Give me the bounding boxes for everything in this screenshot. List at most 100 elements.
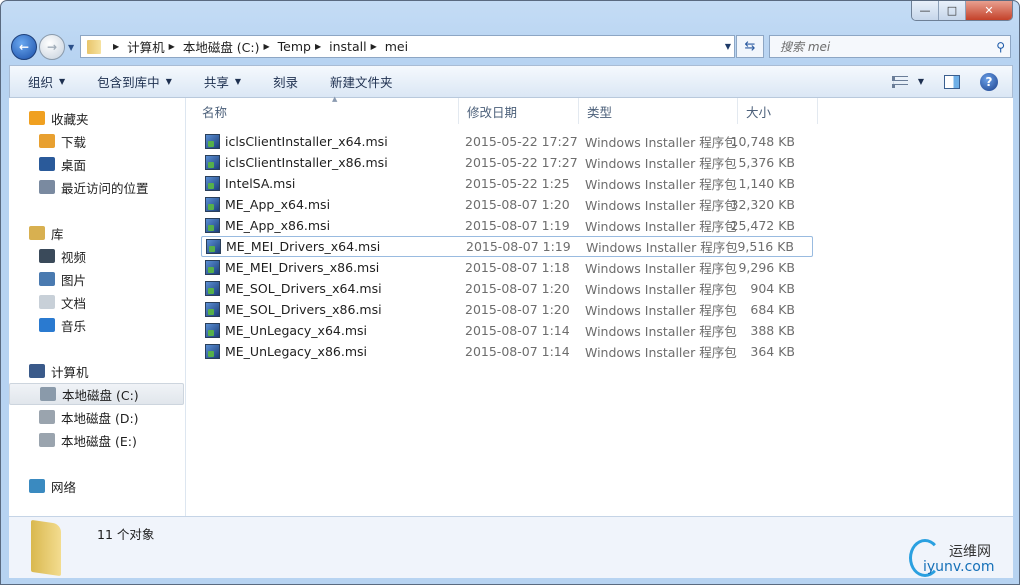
sidebar-item[interactable]: 文档: [9, 291, 184, 313]
msi-file-icon: [205, 323, 220, 338]
sidebar-item[interactable]: 收藏夹: [9, 107, 184, 129]
file-type: Windows Installer 程序包: [585, 135, 737, 150]
sidebar-item[interactable]: 视频: [9, 245, 184, 267]
sidebar-item[interactable]: 最近访问的位置: [9, 176, 184, 198]
breadcrumb-label: Temp: [277, 39, 311, 54]
msi-file-icon: [205, 344, 220, 359]
file-name: ME_App_x86.msi: [225, 218, 331, 233]
sidebar-item[interactable]: 计算机: [9, 360, 184, 382]
file-row[interactable]: ME_App_x86.msi 2015-08-07 1:19 Windows Ins…: [201, 215, 813, 236]
msi-file-icon: [205, 176, 220, 191]
organize-button[interactable]: 组织 ▼: [28, 72, 65, 91]
file-row[interactable]: ME_UnLegacy_x64.msi 2015-08-07 1:14 Window…: [201, 320, 813, 341]
share-button[interactable]: 共享 ▼: [204, 72, 241, 91]
column-header-type[interactable]: 类型: [579, 98, 738, 124]
breadcrumb-segment[interactable]: ▶ 本地磁盘 (C:): [165, 37, 260, 56]
drive-icon: [39, 433, 55, 447]
documents-icon: [39, 295, 55, 309]
preview-pane-button[interactable]: [944, 74, 960, 89]
sidebar-item[interactable]: 图片: [9, 268, 184, 290]
file-date: 2015-08-07 1:20: [465, 281, 570, 296]
column-header-size[interactable]: 大小: [738, 98, 818, 124]
file-row[interactable]: ME_MEI_Drivers_x86.msi 2015-08-07 1:18 Win…: [201, 257, 813, 278]
search-input[interactable]: 搜索 mei ⚲: [769, 35, 1011, 58]
help-button[interactable]: ?: [980, 72, 998, 91]
close-button[interactable]: ✕: [966, 1, 1012, 20]
sidebar-item[interactable]: 音乐: [9, 314, 184, 336]
address-history-dropdown[interactable]: ▼: [725, 42, 731, 51]
column-header-name[interactable]: 名称 ▲: [194, 95, 459, 124]
file-row[interactable]: ME_SOL_Drivers_x64.msi 2015-08-07 1:20 Win…: [201, 278, 813, 299]
library-icon: [29, 226, 45, 240]
file-size: 10,748 KB: [730, 134, 795, 149]
breadcrumb-segment[interactable]: ▶ 计算机: [109, 37, 165, 56]
breadcrumb-label: mei: [384, 39, 409, 54]
watermark-logo: 运维网 iyunv.com: [909, 539, 1005, 577]
arrow-right-icon: →: [46, 40, 58, 54]
file-row[interactable]: iclsClientInstaller_x64.msi 2015-05-22 17…: [201, 131, 813, 152]
file-size: 364 KB: [750, 344, 795, 359]
search-icon[interactable]: ⚲: [996, 40, 1005, 54]
video-icon: [39, 249, 55, 263]
sidebar-item[interactable]: 库: [9, 222, 184, 244]
sidebar-item[interactable]: 桌面: [9, 153, 184, 175]
file-row[interactable]: IntelSA.msi 2015-05-22 1:25 Windows Instal…: [201, 173, 813, 194]
include-in-library-button[interactable]: 包含到库中 ▼: [97, 72, 172, 91]
column-type-label: 类型: [587, 104, 613, 120]
file-name: ME_SOL_Drivers_x86.msi: [225, 302, 382, 317]
file-date: 2015-08-07 1:14: [465, 344, 570, 359]
file-name: ME_UnLegacy_x86.msi: [225, 344, 367, 359]
sidebar-item[interactable]: 本地磁盘 (C:): [9, 383, 184, 405]
breadcrumb-segment[interactable]: ▶ Temp: [260, 37, 311, 56]
file-type: Windows Installer 程序包: [585, 198, 737, 213]
recent-pages-dropdown[interactable]: ▼: [68, 43, 74, 52]
file-size: 9,516 KB: [737, 239, 794, 254]
new-folder-button[interactable]: 新建文件夹: [330, 72, 393, 91]
navigation-buttons: ← → ▼: [11, 34, 74, 60]
sidebar-item[interactable]: 网络: [9, 475, 184, 497]
file-name: ME_UnLegacy_x64.msi: [225, 323, 367, 338]
file-row[interactable]: ME_App_x64.msi 2015-08-07 1:20 Windows Ins…: [201, 194, 813, 215]
breadcrumb-segment[interactable]: ▶ mei: [367, 37, 409, 56]
file-row[interactable]: iclsClientInstaller_x86.msi 2015-05-22 17…: [201, 152, 813, 173]
sidebar-item[interactable]: 下载: [9, 130, 184, 152]
chevron-right-icon: ▶: [113, 42, 120, 51]
msi-file-icon: [206, 239, 221, 254]
file-date: 2015-08-07 1:18: [465, 260, 570, 275]
change-view-button[interactable]: ▼: [874, 75, 924, 88]
file-size: 32,320 KB: [730, 197, 795, 212]
sidebar-item[interactable]: 本地磁盘 (E:): [9, 429, 184, 451]
folder-icon: [87, 39, 101, 54]
file-name: IntelSA.msi: [225, 176, 296, 191]
organize-label: 组织: [28, 75, 54, 90]
file-name: iclsClientInstaller_x64.msi: [225, 134, 388, 149]
column-size-label: 大小: [746, 104, 772, 120]
refresh-button[interactable]: ⇆: [736, 35, 764, 58]
breadcrumb: ▶ 计算机 ▶ 本地磁盘 (C:) ▶ Temp ▶ install ▶ mei: [109, 37, 408, 56]
navigation-pane: 收藏夹 下载 桌面 最近访问的位置库视频 图片 文档 音乐 计算机 本地磁盘 (C:) 本地磁盘 …: [9, 98, 186, 516]
file-size: 9,296 KB: [738, 260, 795, 275]
file-size: 684 KB: [750, 302, 795, 317]
file-row[interactable]: ME_SOL_Drivers_x86.msi 2015-08-07 1:20 Win…: [201, 299, 813, 320]
watermark-url: iyunv.com: [923, 559, 995, 575]
maximize-button[interactable]: □: [939, 1, 966, 20]
back-button[interactable]: ←: [11, 34, 37, 60]
file-name: ME_MEI_Drivers_x64.msi: [226, 239, 381, 254]
minimize-button[interactable]: —: [912, 1, 939, 20]
file-type: Windows Installer 程序包: [586, 240, 738, 255]
column-header-date[interactable]: 修改日期: [459, 98, 579, 124]
chevron-down-icon: ▼: [59, 77, 66, 86]
file-row[interactable]: ME_MEI_Drivers_x64.msi 2015-08-07 1:19 Win…: [201, 236, 813, 257]
address-bar[interactable]: ▶ 计算机 ▶ 本地磁盘 (C:) ▶ Temp ▶ install ▶ mei ▼: [80, 35, 735, 58]
breadcrumb-segment[interactable]: ▶ install: [311, 37, 367, 56]
refresh-icon: ⇆: [744, 39, 756, 54]
sidebar-item-label: 计算机: [51, 364, 89, 380]
file-date: 2015-08-07 1:19: [465, 218, 570, 233]
command-bar: 组织 ▼ 包含到库中 ▼ 共享 ▼ 刻录 新建文件夹 ▼ ?: [9, 65, 1013, 98]
forward-button[interactable]: →: [39, 34, 65, 60]
file-row[interactable]: ME_UnLegacy_x86.msi 2015-08-07 1:14 Window…: [201, 341, 813, 362]
caption-buttons: — □ ✕: [911, 1, 1013, 21]
sidebar-item[interactable]: 本地磁盘 (D:): [9, 406, 184, 428]
burn-button[interactable]: 刻录: [273, 72, 298, 91]
burn-label: 刻录: [273, 75, 299, 90]
